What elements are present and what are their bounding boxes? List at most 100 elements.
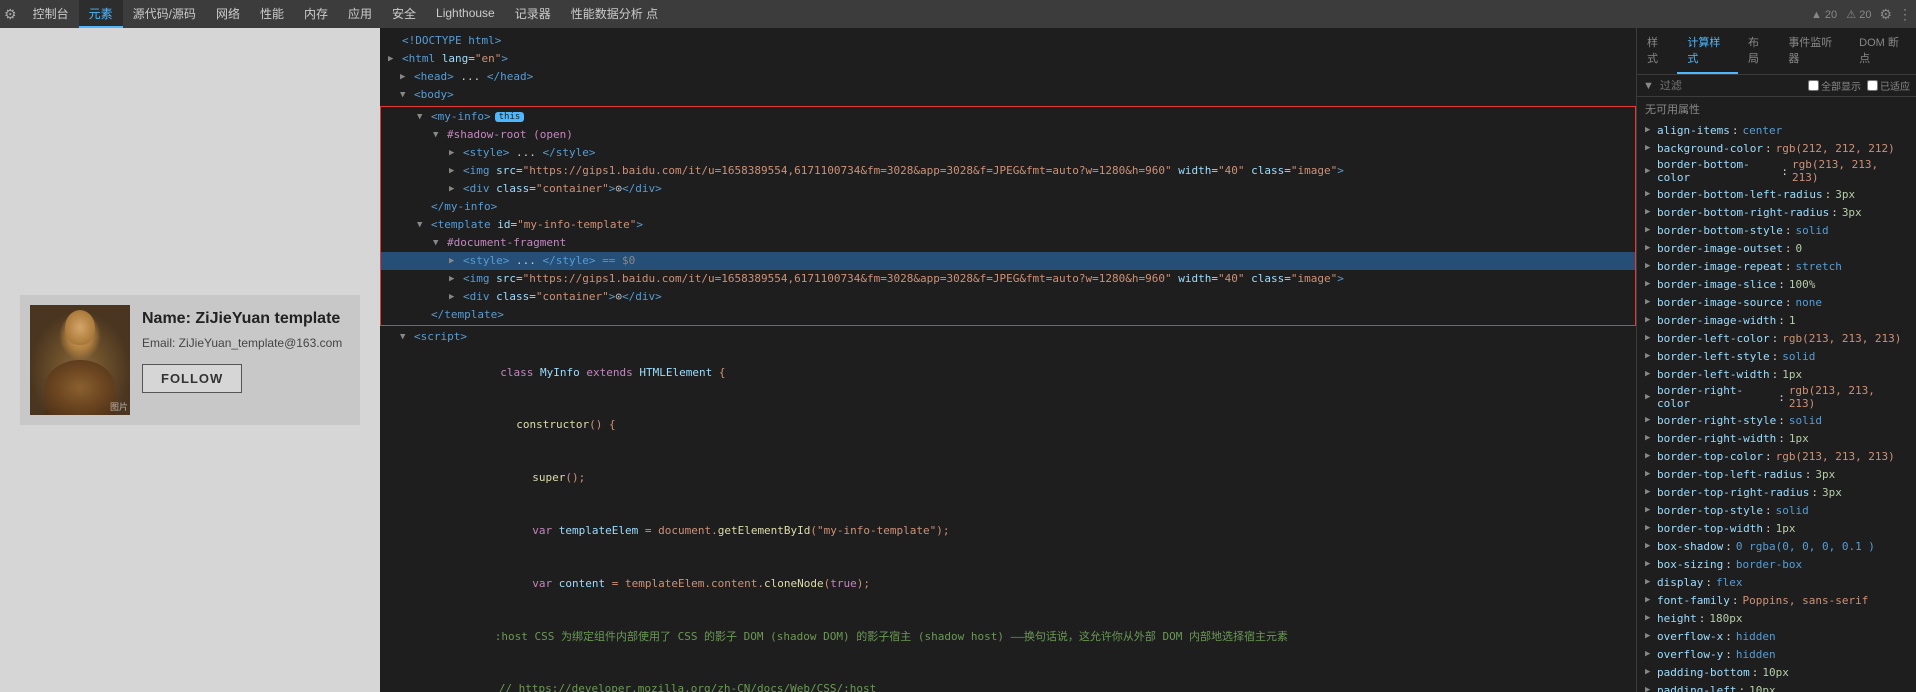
style-prop-row: ▶display: flex (1637, 573, 1916, 591)
style-prop-row: ▶border-top-left-radius: 3px (1637, 465, 1916, 483)
expand-icon[interactable]: ▶ (1645, 577, 1657, 587)
adapted-label[interactable]: 已适应 (1867, 78, 1910, 93)
tab-event-listeners[interactable]: 事件监听器 (1778, 28, 1849, 74)
expand-icon[interactable]: ▶ (1645, 125, 1657, 135)
tab-performance[interactable]: 性能 (250, 0, 294, 28)
expand-icon[interactable]: ▶ (1645, 433, 1657, 443)
html-line: </my-info> (381, 198, 1635, 216)
style-prop-row: ▶border-left-color: rgb(213, 213, 213) (1637, 329, 1916, 347)
expand-icon[interactable]: ▶ (1645, 631, 1657, 641)
style-property-value: rgb(213, 213, 213) (1782, 332, 1901, 345)
tab-memory[interactable]: 内存 (294, 0, 338, 28)
tab-security[interactable]: 安全 (382, 0, 426, 28)
html-line-comment2: // https://developer.mozilla.org/zh-CN/d… (380, 663, 1636, 692)
style-prop-row: ▶border-left-width: 1px (1637, 365, 1916, 383)
style-property-value: hidden (1736, 630, 1776, 643)
adapted-checkbox[interactable] (1867, 80, 1878, 91)
expand-icon[interactable]: ▶ (1645, 207, 1657, 217)
style-property-name: border-top-right-radius (1657, 486, 1809, 499)
tab-perf-insights[interactable]: 性能数据分析 点 (561, 0, 668, 28)
expand-icon[interactable]: ▶ (1645, 559, 1657, 569)
tab-application[interactable]: 应用 (338, 0, 382, 28)
expand-icon[interactable]: ▶ (1645, 392, 1657, 402)
expand-icon[interactable]: ▶ (1645, 613, 1657, 623)
expand-icon[interactable]: ▶ (1645, 189, 1657, 199)
tab-recorder[interactable]: 记录器 (505, 0, 561, 28)
style-property-value: center (1742, 124, 1782, 137)
expand-icon[interactable]: ▶ (1645, 261, 1657, 271)
devtools-top-bar: ⚙ 控制台 元素 源代码/源码 网络 性能 内存 应用 安全 Lighthous… (0, 0, 1916, 28)
expand-icon[interactable]: ▶ (1645, 523, 1657, 533)
style-prop-row: ▶border-top-color: rgb(213, 213, 213) (1637, 447, 1916, 465)
expand-icon[interactable]: ▶ (1645, 487, 1657, 497)
tab-styles[interactable]: 样式 (1637, 28, 1677, 74)
expand-icon[interactable]: ▶ (1645, 315, 1657, 325)
tab-sources[interactable]: 源代码/源码 (123, 0, 206, 28)
style-property-value: 1 (1789, 314, 1796, 327)
expand-icon[interactable]: ▶ (1645, 369, 1657, 379)
html-content[interactable]: <!DOCTYPE html> ▶ <html lang="en"> ▶ <he… (380, 28, 1636, 692)
style-property-value: rgb(213, 213, 213) (1776, 450, 1895, 463)
expand-icon[interactable]: ▶ (1645, 649, 1657, 659)
tab-console[interactable]: 控制台 (23, 0, 79, 28)
filter-input[interactable] (1660, 80, 1802, 92)
html-line: <!DOCTYPE html> (380, 32, 1636, 50)
style-property-value: 1px (1782, 368, 1802, 381)
more-icon[interactable]: ⋮ (1898, 6, 1912, 23)
expand-icon[interactable]: ▶ (1645, 243, 1657, 253)
avatar-figure (30, 305, 130, 415)
tab-lighthouse[interactable]: Lighthouse (426, 0, 505, 28)
style-prop-row: ▶border-bottom-style: solid (1637, 221, 1916, 239)
styles-tabs: 样式 计算样式 布局 事件监听器 DOM 断点 (1637, 28, 1916, 75)
style-property-name: border-left-style (1657, 350, 1770, 363)
tab-layout[interactable]: 布局 (1738, 28, 1778, 74)
style-property-value: 10px (1749, 684, 1776, 692)
card-name: Name: ZiJieYuan template (142, 309, 350, 330)
expand-icon[interactable]: ▶ (1645, 685, 1657, 692)
style-property-name: overflow-x (1657, 630, 1723, 643)
expand-icon[interactable]: ▶ (1645, 351, 1657, 361)
expand-icon[interactable]: ▶ (1645, 225, 1657, 235)
style-prop-row: ▶overflow-y: hidden (1637, 645, 1916, 663)
show-all-label[interactable]: 全部显示 (1808, 78, 1861, 93)
expand-icon[interactable]: ▶ (1645, 297, 1657, 307)
expand-icon[interactable]: ▶ (1645, 505, 1657, 515)
expand-icon[interactable]: ▶ (1645, 667, 1657, 677)
html-line: ▼ #document-fragment (381, 234, 1635, 252)
style-prop-row: ▶border-left-style: solid (1637, 347, 1916, 365)
settings-icon[interactable]: ⚙ (1879, 6, 1892, 23)
style-property-value: 3px (1822, 486, 1842, 499)
expand-icon[interactable]: ▶ (1645, 333, 1657, 343)
style-property-name: padding-left (1657, 684, 1736, 692)
style-property-value: stretch (1795, 260, 1841, 273)
style-property-name: overflow-y (1657, 648, 1723, 661)
show-all-checkbox[interactable] (1808, 80, 1819, 91)
style-property-name: border-image-width (1657, 314, 1776, 327)
style-property-name: border-image-slice (1657, 278, 1776, 291)
highlighted-section: ▼ <my-info>this ▼ #shadow-root (open) ▶ … (380, 106, 1636, 326)
expand-icon[interactable]: ▶ (1645, 469, 1657, 479)
follow-button[interactable]: FOLLOW (142, 364, 242, 393)
style-property-name: border-left-width (1657, 368, 1770, 381)
style-prop-row: ▶border-image-source: none (1637, 293, 1916, 311)
expand-icon[interactable]: ▶ (1645, 451, 1657, 461)
expand-icon[interactable]: ▶ (1645, 143, 1657, 153)
style-prop-row: ▶border-bottom-right-radius: 3px (1637, 203, 1916, 221)
styles-content[interactable]: ▶align-items: center▶background-color: r… (1637, 121, 1916, 692)
tab-dom-breakpoints[interactable]: DOM 断点 (1849, 28, 1916, 74)
tab-computed[interactable]: 计算样式 (1677, 28, 1738, 74)
style-property-value: none (1795, 296, 1822, 309)
expand-icon[interactable]: ▶ (1645, 541, 1657, 551)
expand-icon[interactable]: ▶ (1645, 595, 1657, 605)
expand-icon[interactable]: ▶ (1645, 166, 1657, 176)
style-prop-row: ▶border-image-slice: 100% (1637, 275, 1916, 293)
html-line: ▶ <div class="container">⊙</div> (381, 288, 1635, 306)
style-property-value: rgb(212, 212, 212) (1776, 142, 1895, 155)
devtools-icon[interactable]: ⚙ (4, 6, 17, 23)
style-property-name: border-image-outset (1657, 242, 1783, 255)
tab-elements[interactable]: 元素 (79, 0, 123, 28)
expand-icon[interactable]: ▶ (1645, 415, 1657, 425)
component-card: 图片 Name: ZiJieYuan template Email: ZiJie… (20, 295, 360, 425)
tab-network[interactable]: 网络 (206, 0, 250, 28)
expand-icon[interactable]: ▶ (1645, 279, 1657, 289)
